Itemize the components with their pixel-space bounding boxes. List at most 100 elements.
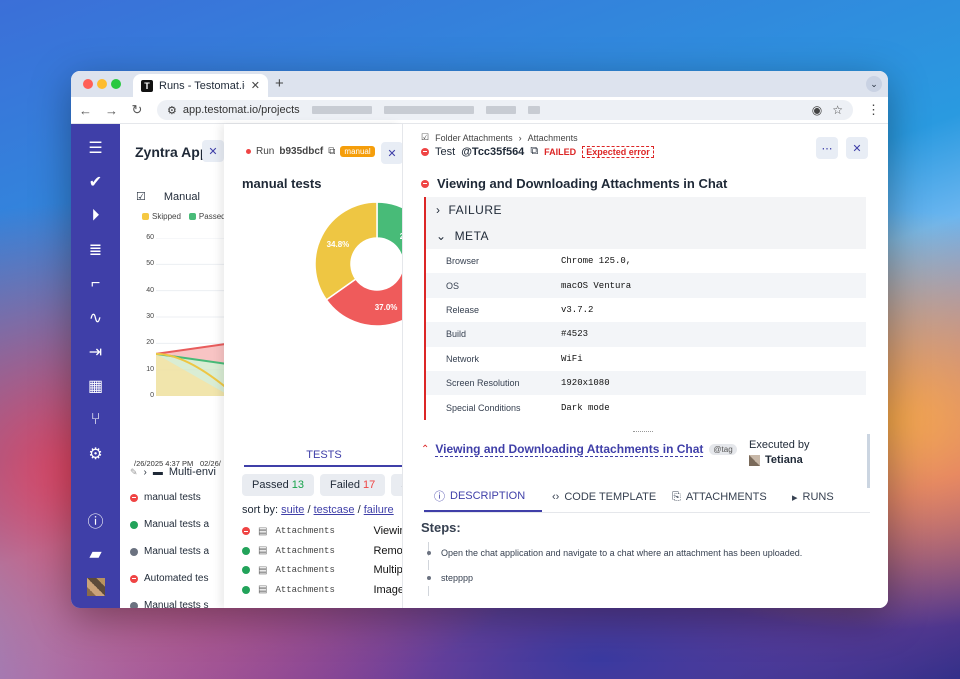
tab-search-icon[interactable]: ⌄	[866, 76, 882, 92]
sidebar-rail: ☰ ✔ ⏵ ≣ ⌐ ∿ ⇥ ▦ ⑂ ⚙ ⓘ ▰	[71, 124, 120, 608]
legend-item[interactable]: Skipped	[142, 212, 181, 221]
y-tick-label: 60	[146, 234, 154, 241]
test-row[interactable]: ▤ Attachments Image	[242, 584, 402, 596]
play-icon[interactable]: ⏵	[86, 206, 106, 226]
tab-attachments[interactable]: ⎘ ATTACHMENTS	[662, 488, 782, 512]
tab-runs[interactable]: ▸ RUNS	[782, 488, 844, 512]
pulse-icon[interactable]: ∿	[86, 308, 106, 328]
sub-test-title[interactable]: Viewing and Downloading Attachments in C…	[435, 442, 704, 457]
checklist-icon[interactable]: ≣	[86, 240, 106, 260]
check-icon[interactable]: ✔	[86, 172, 106, 192]
tree-item-label: Manual tests a	[144, 546, 210, 557]
test-suite: Attachments	[275, 584, 335, 595]
tree-item[interactable]: manual tests	[130, 492, 201, 503]
pie-slice[interactable]	[376, 201, 402, 276]
forward-icon[interactable]: →	[105, 103, 118, 118]
import-icon[interactable]: ⇥	[86, 342, 106, 362]
more-options-button[interactable]: ⋯	[816, 137, 838, 159]
maximize-window-button[interactable]	[111, 79, 121, 89]
chart-icon[interactable]: ▦	[86, 376, 106, 396]
scrollbar[interactable]	[867, 434, 870, 488]
meta-section-header[interactable]: ⌄ META	[424, 223, 866, 249]
close-window-button[interactable]	[83, 79, 93, 89]
address-bar[interactable]: ⚙ app.testomat.io/projects ◉ ☆	[157, 100, 853, 120]
executed-by-user: Tetiana	[765, 454, 803, 466]
help-icon[interactable]: ⓘ	[86, 510, 106, 531]
close-project-panel-button[interactable]: ✕	[202, 140, 224, 162]
tree-folder[interactable]: ✎ › ▬ Multi-envi	[130, 466, 216, 478]
star-icon[interactable]: ☆	[832, 103, 843, 117]
tab-code-template[interactable]: ‹› CODE TEMPLATE	[542, 488, 662, 512]
failure-section-header[interactable]: › FAILURE	[424, 197, 866, 223]
browser-menu-icon[interactable]: ⋮	[867, 102, 880, 118]
eye-icon[interactable]: ◉	[812, 103, 822, 117]
test-row[interactable]: ▤ Attachments Viewin	[242, 525, 402, 537]
filter-skip-button[interactable]: Ski	[391, 474, 402, 496]
tree-item[interactable]: Manual tests a	[130, 519, 209, 530]
breadcrumb-item[interactable]: Folder Attachments	[435, 133, 513, 143]
legend-item[interactable]: Passed	[188, 212, 226, 221]
close-detail-button[interactable]: ✕	[846, 137, 868, 159]
step-connector	[428, 586, 429, 596]
blurred-url-part	[485, 106, 516, 114]
pin-icon: ✎	[130, 466, 138, 477]
reload-icon[interactable]: ↻	[131, 102, 143, 118]
meta-row: Build #4523	[426, 322, 866, 347]
project-title: Zyntra App	[135, 144, 209, 160]
back-icon[interactable]: ←	[79, 103, 92, 118]
tab-tests[interactable]: TESTS	[244, 449, 402, 467]
chevron-right-icon[interactable]: ›	[144, 467, 147, 478]
checkbox-icon: ☑	[421, 132, 430, 142]
pie-slice[interactable]	[314, 201, 378, 301]
failed-status-icon	[130, 574, 138, 583]
app-body: ☰ ✔ ⏵ ≣ ⌐ ∿ ⇥ ▦ ⑂ ⚙ ⓘ ▰ Zyntra App ✕ ☑ M…	[71, 124, 888, 608]
test-title-row: Viewing and Downloading Attachments in C…	[421, 176, 727, 191]
new-tab-icon[interactable]: +	[275, 75, 284, 92]
tree-item-label: Manual tests a	[144, 519, 210, 530]
tag-badge[interactable]: @tag	[709, 444, 737, 455]
tree-item[interactable]: Automated tes	[130, 573, 208, 584]
resize-handle[interactable]	[633, 431, 653, 433]
chart-legend: Skipped Passed	[142, 212, 226, 221]
code-icon: ‹›	[552, 491, 560, 503]
tree-item[interactable]: Manual tests a	[130, 546, 209, 557]
close-run-panel-button[interactable]: ✕	[381, 142, 402, 164]
tree-item-label: Automated tes	[144, 573, 209, 584]
copy-icon[interactable]: ⧉	[328, 146, 335, 157]
minimize-window-button[interactable]	[97, 79, 107, 89]
test-name: Image	[373, 583, 402, 596]
tab-label: CODE TEMPLATE	[564, 491, 657, 503]
tab-label: ATTACHMENTS	[685, 491, 767, 503]
sort-suite-link[interactable]: suite	[281, 504, 304, 516]
filter-fail-button[interactable]: Failed 17	[320, 474, 386, 496]
close-tab-icon[interactable]: ✕	[251, 79, 260, 92]
sort-testcase-link[interactable]: testcase	[314, 504, 355, 516]
branch-icon[interactable]: ⑂	[86, 410, 106, 430]
run-id: b935dbcf	[279, 146, 324, 157]
test-id: @Tcc35f564	[461, 145, 525, 158]
sub-test-header: ⌃ Viewing and Downloading Attachments in…	[421, 442, 737, 457]
test-row[interactable]: ▤ Attachments Remov	[242, 545, 402, 557]
menu-icon[interactable]: ☰	[86, 138, 106, 158]
tab-description[interactable]: ⓘ DESCRIPTION	[424, 488, 542, 512]
avatar[interactable]	[86, 578, 105, 596]
url-text: app.testomat.io/projects	[182, 104, 300, 116]
gear-icon[interactable]: ⚙	[86, 444, 106, 464]
status-filters: Passed 13Failed 17 Ski	[242, 474, 402, 496]
browser-tab[interactable]: T Runs - Testomat.io ✕	[133, 74, 268, 97]
meta-key: Screen Resolution	[446, 378, 520, 389]
meta-row: Network WiFi	[426, 346, 866, 371]
copy-icon[interactable]: ⧉	[530, 145, 538, 158]
sort-failure-link[interactable]: failure	[364, 504, 394, 516]
executed-by-label: Executed by	[749, 439, 810, 451]
test-row[interactable]: ▤ Attachments Multip	[242, 564, 402, 576]
site-info-icon[interactable]: ⚙	[167, 104, 177, 117]
tree-item[interactable]: Manual tests s	[130, 600, 208, 608]
breadcrumb-item[interactable]: Attachments	[528, 133, 578, 143]
y-tick-label: 40	[146, 286, 154, 294]
filter-pass-button[interactable]: Passed 13	[242, 474, 315, 496]
stairs-icon[interactable]: ⌐	[86, 274, 106, 294]
step-item: Open the chat application and navigate t…	[427, 548, 802, 558]
blurred-url-part	[311, 106, 372, 114]
folder-icon[interactable]: ▰	[86, 544, 106, 564]
